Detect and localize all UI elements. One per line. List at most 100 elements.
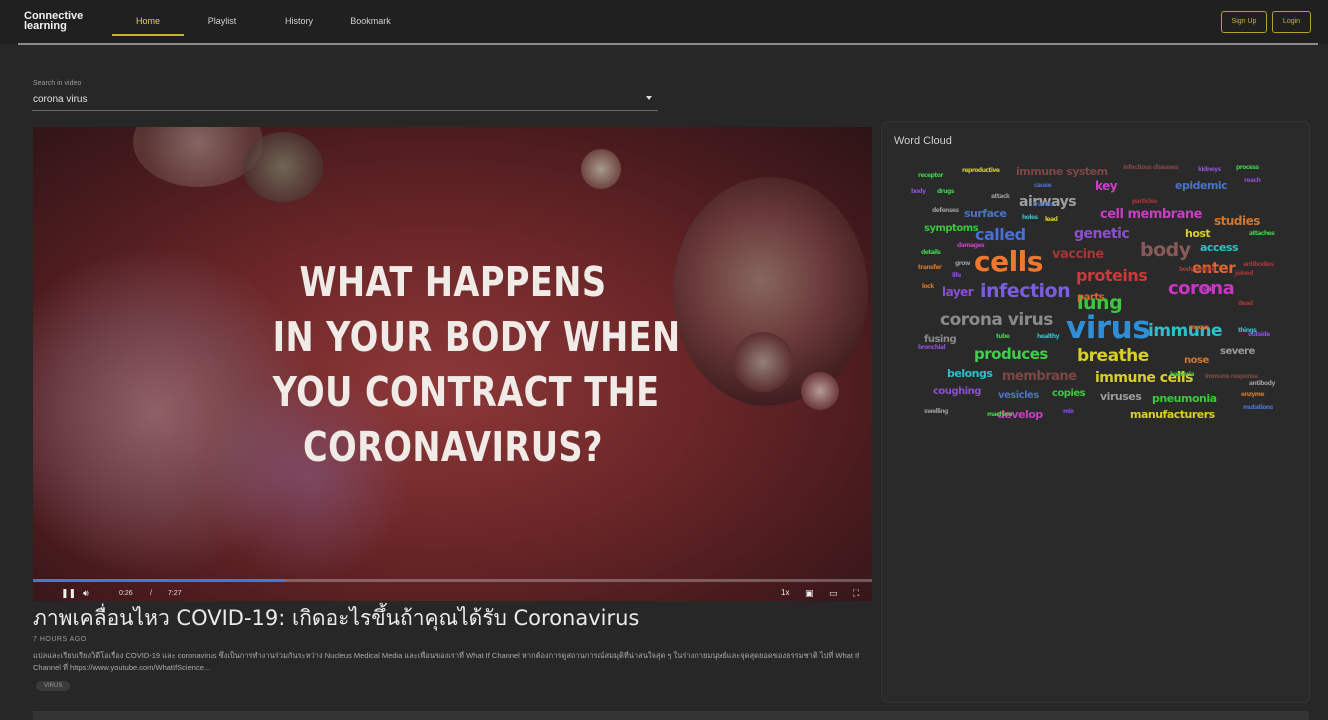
- word-cloud-word: reach: [1244, 177, 1261, 184]
- search-input[interactable]: corona virus: [33, 94, 87, 105]
- word-cloud-word: things: [1238, 327, 1257, 334]
- captions-icon[interactable]: ▣: [805, 588, 814, 599]
- word-cloud-word: receptor: [918, 172, 943, 179]
- word-cloud-word: immune system: [1016, 165, 1108, 178]
- word-cloud-word: symptoms: [924, 223, 979, 234]
- word-cloud-word: transfer: [918, 264, 942, 271]
- word-cloud-word: immune: [1148, 321, 1223, 341]
- video-overlay-title: WHAT HAPPENS IN YOUR BODY WHEN YOU CONTR…: [272, 258, 681, 471]
- search-label: Search in video: [33, 80, 82, 87]
- word-cloud-word: grow: [955, 260, 970, 267]
- video-title: ภาพเคลื่อนไหว COVID-19: เกิดอะไรขึ้นถ้าค…: [33, 606, 640, 630]
- word-cloud-word: body: [911, 188, 926, 195]
- word-cloud-word: kidneys: [1198, 166, 1221, 173]
- word-cloud-word: reproductive: [962, 167, 1000, 174]
- current-time: 0:26: [119, 590, 133, 597]
- word-cloud-word: copies: [1052, 388, 1086, 399]
- word-cloud-word: body weight: [1179, 266, 1216, 273]
- nav-playlist[interactable]: Playlist: [184, 0, 260, 36]
- word-cloud-word: cause: [1034, 182, 1052, 189]
- word-cloud-word: particles: [1132, 198, 1157, 205]
- word-cloud-word: holes: [1022, 214, 1038, 221]
- dropdown-arrow-icon[interactable]: [646, 96, 652, 100]
- video-controls: ❚❚ 🔊︎ 0:26 / 7:27 1x ▣ ▭ ⛶: [33, 579, 872, 601]
- header-divider: [18, 43, 1318, 45]
- word-cloud-word: lock: [922, 283, 934, 290]
- word-cloud-word: called: [975, 225, 1026, 244]
- word-cloud-word: severe: [1220, 346, 1255, 357]
- word-cloud-word: bronchial: [918, 344, 946, 351]
- word-cloud-word: belongs: [947, 367, 993, 380]
- word-cloud-word: key: [1095, 179, 1118, 193]
- virus-particle-image: [243, 132, 323, 202]
- word-cloud-word: parts: [1077, 292, 1105, 303]
- miniplayer-icon[interactable]: ▭: [829, 588, 838, 599]
- word-cloud-word: corona virus: [940, 310, 1053, 330]
- word-cloud-word: proteins: [1076, 266, 1148, 285]
- word-cloud-word: genetic: [1074, 226, 1130, 242]
- word-cloud-word: surface: [964, 207, 1007, 220]
- word-cloud-word: mix: [1063, 408, 1074, 415]
- word-cloud-panel: Word Cloud cells virus corona virus infecti…: [881, 121, 1310, 703]
- word-cloud-word: vesicles: [998, 390, 1039, 401]
- word-cloud-word: viruses: [1100, 390, 1142, 403]
- word-cloud-word: enzyme: [1241, 391, 1265, 398]
- word-cloud-word: host: [1185, 227, 1211, 240]
- video-description: แปลและเรียบเรียงวิดีโอเรื่อง COVID-19 แล…: [33, 651, 860, 672]
- word-cloud-word: defenses: [932, 207, 959, 214]
- word-cloud-word: breathe: [1077, 346, 1149, 366]
- word-cloud-word: infection: [980, 280, 1071, 302]
- word-cloud-word: mucus: [1189, 324, 1209, 331]
- bottom-panel-edge: [33, 711, 1309, 720]
- virus-particle-image: [581, 149, 621, 189]
- word-cloud-word: attack: [991, 193, 1010, 200]
- word-cloud-word: process: [1236, 164, 1259, 171]
- word-cloud-word: healthy: [1037, 333, 1060, 340]
- word-cloud-word: virus: [1066, 310, 1151, 346]
- word-cloud-word: nose: [1184, 355, 1209, 366]
- progress-fill: [33, 579, 285, 582]
- word-cloud-word: drugs: [937, 188, 954, 195]
- nav-bookmark[interactable]: Bookmark: [338, 0, 403, 36]
- word-cloud-word: bacteria: [1170, 371, 1194, 378]
- word-cloud-word: machine: [987, 411, 1013, 418]
- word-cloud-word: antibodies: [1243, 261, 1274, 268]
- playback-speed-button[interactable]: 1x: [781, 588, 789, 597]
- brand-logo[interactable]: Connective learning: [24, 11, 83, 32]
- video-tag-chip[interactable]: VIRUS: [36, 681, 71, 691]
- word-cloud-word: dead: [1238, 300, 1253, 307]
- word-cloud-word: corona: [1168, 278, 1235, 299]
- time-separator: /: [150, 590, 152, 597]
- progress-bar[interactable]: [33, 579, 872, 582]
- word-cloud-word: infectious diseases: [1123, 164, 1179, 171]
- word-cloud-word: lead: [1045, 216, 1058, 223]
- virus-particle-image: [733, 332, 793, 392]
- word-cloud-word: coughing: [933, 386, 981, 397]
- word-cloud-word: tube: [996, 333, 1010, 340]
- video-time-ago: 7 HOURS AGO: [33, 636, 87, 643]
- word-cloud-word: layer: [942, 285, 974, 299]
- nav-history[interactable]: History: [260, 0, 338, 36]
- volume-icon[interactable]: 🔊︎: [83, 588, 89, 599]
- word-cloud-word: cells: [974, 245, 1043, 278]
- search-underline: [32, 110, 658, 111]
- word-cloud-word: travels: [1033, 201, 1053, 208]
- word-cloud-word: manufacturers: [1130, 408, 1215, 421]
- word-cloud-word: attaches: [1249, 230, 1275, 237]
- signup-button[interactable]: Sign Up: [1221, 11, 1267, 33]
- word-cloud-word: details: [921, 249, 941, 256]
- video-player[interactable]: WHAT HAPPENS IN YOUR BODY WHEN YOU CONTR…: [33, 127, 872, 601]
- word-cloud-word: pneumonia: [1152, 392, 1217, 405]
- word-cloud-word: membrane: [1002, 369, 1077, 384]
- word-cloud-word: mutations: [1243, 404, 1273, 411]
- top-navigation-bar: Connective learning Home Playlist Histor…: [0, 0, 1328, 44]
- word-cloud-word: access: [1200, 241, 1239, 254]
- login-button[interactable]: Login: [1272, 11, 1311, 33]
- word-cloud-word: joined: [1235, 270, 1253, 277]
- pause-icon[interactable]: ❚❚: [61, 588, 76, 599]
- word-cloud-word: epidemic: [1175, 179, 1228, 192]
- main-nav: Home Playlist History Bookmark: [112, 0, 403, 36]
- nav-home[interactable]: Home: [112, 0, 184, 36]
- fullscreen-icon[interactable]: ⛶: [853, 588, 859, 599]
- word-cloud-word: body: [1140, 239, 1191, 261]
